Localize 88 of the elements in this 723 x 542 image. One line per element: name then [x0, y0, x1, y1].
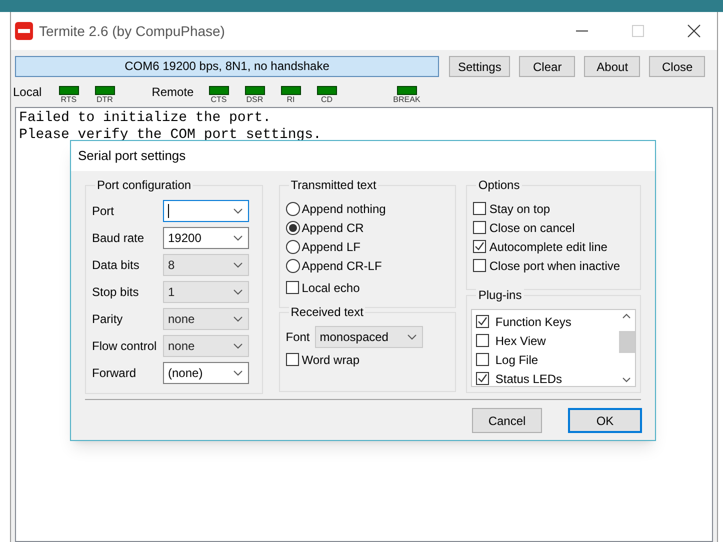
checkbox[interactable] — [473, 240, 486, 253]
checkbox-label: Local echo — [302, 280, 360, 296]
dialog-button[interactable]: OK — [568, 408, 642, 433]
check-icon — [477, 316, 488, 327]
field-label: Port — [92, 202, 116, 220]
radio-button[interactable] — [286, 202, 300, 216]
chevron-down-icon — [233, 234, 243, 240]
field-label: Stop bits — [92, 284, 140, 300]
checkbox-label: Function Keys — [495, 314, 572, 330]
radio-label: Append nothing — [302, 200, 386, 218]
group-title: Plug-ins — [476, 288, 524, 302]
chevron-down-icon — [233, 262, 243, 268]
group-title: Port configuration — [95, 178, 194, 192]
radio-label: Append LF — [302, 238, 360, 256]
chevron-down-icon — [233, 288, 243, 294]
status-led — [244, 86, 265, 95]
checkbox-label: Log File — [495, 352, 538, 368]
dropdown[interactable]: monospaced — [314, 326, 423, 348]
field-label: Forward — [92, 364, 138, 382]
led-label: RI — [286, 95, 295, 105]
chevron-down-icon — [233, 316, 243, 322]
checkbox-label: Close on cancel — [489, 220, 575, 236]
radio-label: Append CR — [302, 220, 364, 236]
dialog-title: Serial port settings — [78, 147, 186, 166]
status-led — [280, 86, 301, 95]
field-label: Flow control — [92, 338, 158, 354]
checkbox-label: Word wrap — [302, 352, 360, 368]
led-label: DSR — [246, 95, 264, 105]
remote-label: Remote — [152, 84, 194, 101]
status-field: COM6 19200 bps, 8N1, no handshake — [15, 56, 439, 77]
radio-button[interactable] — [286, 258, 300, 272]
toolbar-button[interactable]: Clear — [519, 56, 576, 77]
local-label: Local — [13, 84, 42, 101]
terminal-line: Failed to initialize the port. — [19, 110, 272, 127]
chevron-down-icon — [233, 208, 243, 214]
dropdown[interactable]: 19200 — [163, 226, 249, 248]
led-label: DTR — [96, 95, 113, 105]
chevron-down-icon — [406, 334, 417, 340]
checkbox[interactable] — [286, 281, 299, 294]
toolbar-button[interactable]: Settings — [449, 56, 510, 77]
scrollbar-thumb[interactable] — [618, 331, 634, 353]
radio-button[interactable] — [286, 240, 300, 254]
field-label: Parity — [92, 310, 124, 328]
check-icon — [474, 241, 486, 252]
checkbox[interactable] — [476, 315, 490, 328]
scroll-up-icon[interactable] — [622, 313, 631, 319]
radio-label: Append CR-LF — [302, 258, 382, 274]
group-title: Transmitted text — [288, 178, 378, 192]
window-title: Termite 2.6 (by CompuPhase) — [39, 22, 225, 41]
checkbox-label: Stay on top — [489, 200, 550, 218]
toolbar-button[interactable]: About — [584, 56, 640, 77]
checkbox[interactable] — [286, 353, 299, 366]
status-led — [58, 86, 79, 95]
led-label: CD — [320, 95, 332, 105]
checkbox[interactable] — [476, 334, 490, 347]
status-led — [396, 86, 417, 95]
status-led — [316, 86, 337, 95]
check-icon — [477, 373, 488, 384]
checkbox-label: Close port when inactive — [489, 258, 620, 274]
close-icon[interactable] — [687, 24, 701, 38]
status-led — [94, 86, 115, 95]
checkbox[interactable] — [473, 221, 486, 234]
dropdown[interactable] — [163, 200, 249, 222]
scroll-down-icon[interactable] — [622, 377, 631, 383]
dropdown[interactable]: (none) — [163, 362, 249, 384]
led-label: BREAK — [393, 95, 420, 105]
chevron-down-icon — [233, 342, 243, 348]
chevron-down-icon — [233, 370, 243, 376]
led-label: CTS — [210, 95, 227, 105]
checkbox[interactable] — [473, 259, 486, 272]
led-label: RTS — [60, 95, 77, 105]
checkbox-label: Status LEDs — [495, 370, 562, 388]
app-logo-icon — [15, 22, 33, 40]
checkbox[interactable] — [476, 353, 490, 366]
checkbox-label: Autocomplete edit line — [489, 238, 608, 256]
radio-button[interactable] — [286, 220, 300, 234]
field-label: Data bits — [92, 256, 140, 274]
group-title: Options — [476, 178, 522, 192]
status-led — [208, 86, 229, 95]
dialog-button[interactable]: Cancel — [472, 408, 542, 433]
checkbox[interactable] — [476, 372, 490, 385]
field-label: Font — [286, 329, 310, 346]
field-label: Baud rate — [92, 230, 146, 246]
group-title: Received text — [288, 305, 366, 319]
checkbox-label: Hex View — [495, 332, 546, 350]
terminal-line: Please verify the COM port settings. — [19, 127, 322, 144]
toolbar-button[interactable]: Close — [649, 56, 706, 77]
checkbox[interactable] — [473, 202, 486, 215]
